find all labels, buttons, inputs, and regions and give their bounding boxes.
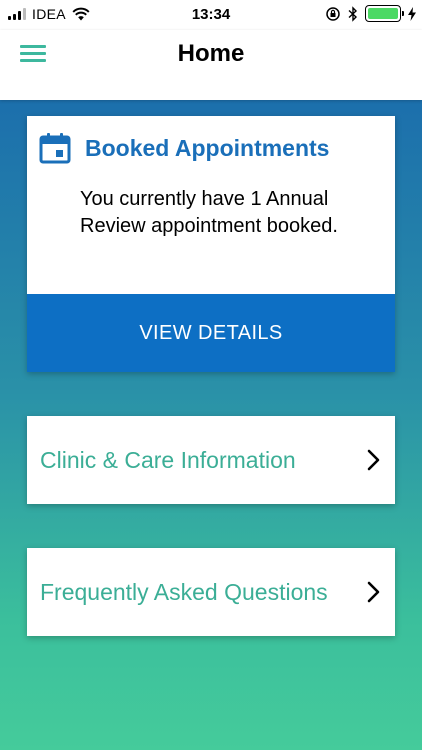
charging-icon xyxy=(408,6,416,21)
chevron-right-icon xyxy=(367,581,380,603)
clinic-link-label: Clinic & Care Information xyxy=(40,447,296,473)
card-header: Booked Appointments xyxy=(39,132,329,164)
main-content: Booked Appointments You currently have 1… xyxy=(0,100,422,750)
status-right xyxy=(325,5,416,22)
calendar-icon xyxy=(39,133,71,164)
battery-icon xyxy=(365,5,404,22)
view-details-button[interactable]: VIEW DETAILS xyxy=(27,294,395,372)
chevron-right-icon xyxy=(367,449,380,471)
card-title: Booked Appointments xyxy=(85,134,330,161)
page-title: Home xyxy=(177,40,245,67)
nav-bar: Home xyxy=(0,30,422,100)
appointment-message: You currently have 1 Annual Review appoi… xyxy=(80,188,338,237)
bluetooth-icon xyxy=(348,5,358,22)
faq-link[interactable]: Frequently Asked Questions xyxy=(27,548,395,636)
status-bar: IDEA 13:34 xyxy=(0,0,422,30)
orientation-lock-icon xyxy=(326,6,340,21)
booked-appointments-card: Booked Appointments You currently have 1… xyxy=(27,116,395,372)
faq-link-label: Frequently Asked Questions xyxy=(40,579,328,605)
clinic-care-information-link[interactable]: Clinic & Care Information xyxy=(27,416,395,504)
